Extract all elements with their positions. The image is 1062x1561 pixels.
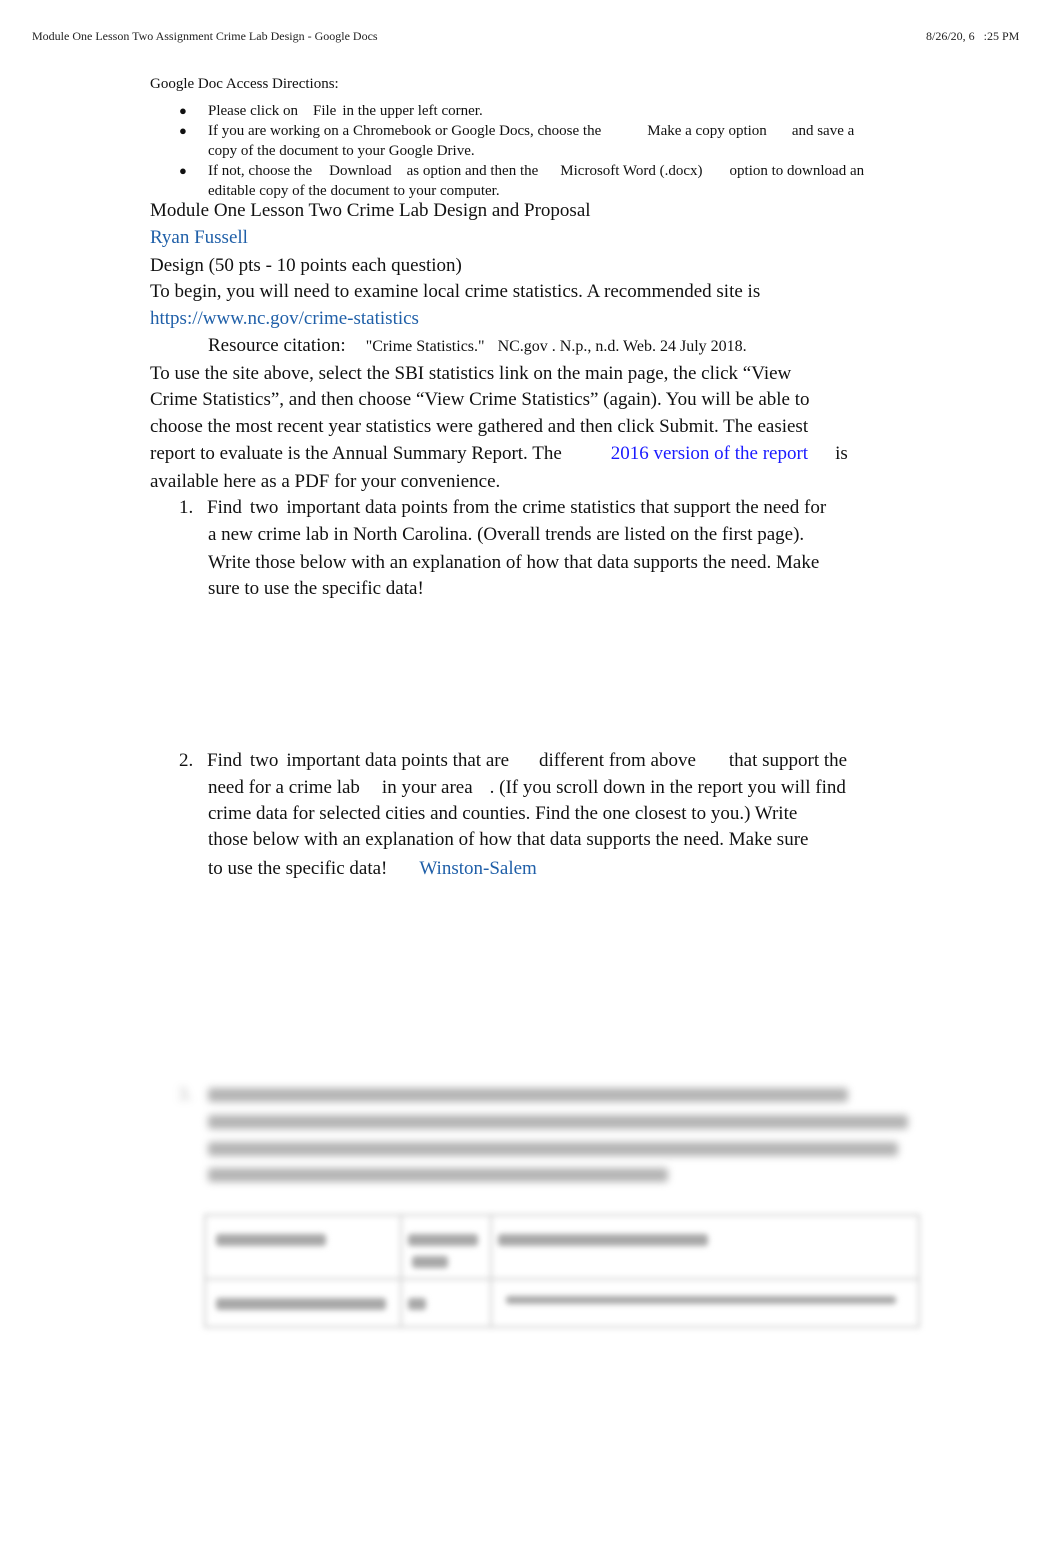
question-1-line-2: a new crime lab in North Carolina. (Over… [208, 524, 805, 545]
bullet-icon: ● [179, 123, 187, 138]
question-1-line-3: Write those below with an explanation of… [208, 552, 820, 573]
question-text: important data points that are [286, 750, 510, 771]
question-2-line-2: need for a crime lab in your area . (If yo… [208, 775, 846, 801]
file-menu-reference: File [312, 103, 337, 119]
emphasis-two: two [249, 750, 279, 771]
direction-item-2: If you are working on a Chromebook or Go… [208, 121, 854, 141]
emphasis-different: different from above [539, 750, 696, 771]
direction-item-2-continued: copy of the document to your Google Driv… [208, 143, 475, 159]
question-2-line-5: to use the specific data! Winston-Salem [208, 856, 537, 882]
report-2016-link[interactable]: 2016 version of the report [611, 443, 808, 464]
instructions-text: report to evaluate is the Annual Summary… [150, 443, 562, 464]
instructions-line-4: report to evaluate is the Annual Summary… [150, 441, 848, 467]
instructions-line-5: available here as a PDF for your conveni… [150, 471, 501, 492]
blurred-header-reason [498, 1234, 708, 1246]
document-title: Module One Lesson Two Crime Lab Design a… [150, 200, 591, 221]
question-number: 3. [178, 1084, 193, 1105]
emphasis-your-area: in your area [381, 777, 473, 798]
direction-item-1: Please click on File in the upper left cor… [208, 101, 483, 121]
question-2-line-4: those below with an explanation of how t… [208, 829, 809, 850]
table-divider [400, 1216, 402, 1326]
print-header-timestamp: 8/26/20, 6 :25 PM [926, 29, 1020, 43]
download-reference: Download [329, 163, 392, 179]
blurred-line [208, 1168, 668, 1182]
instructions-line-1: To use the site above, select the SBI st… [150, 363, 792, 384]
question-2-line-3: crime data for selected cities and count… [208, 803, 798, 824]
question-text: Find [207, 497, 242, 518]
section-heading: Design (50 pts - 10 points each question… [150, 255, 462, 276]
citation-label: Resource citation: [208, 335, 346, 356]
resource-citation: Resource citation: "Crime Statistics." NC.… [208, 333, 747, 360]
blurred-line [208, 1115, 908, 1129]
intro-text: To begin, you will need to examine local… [150, 281, 761, 302]
instructions-text: is [835, 443, 848, 464]
citation-title: "Crime Statistics." [365, 338, 485, 355]
bullet-icon: ● [179, 163, 187, 178]
direction-text: option to download an [729, 163, 865, 179]
citation-source: NC.gov . N.p., n.d. Web. 24 July 2018. [497, 338, 747, 355]
blurred-line [208, 1088, 848, 1102]
direction-text: If you are working on a Chromebook or Go… [208, 123, 602, 139]
make-copy-reference: Make a copy option [647, 123, 767, 139]
blurred-header-department [216, 1234, 326, 1246]
question-number: 1. [179, 497, 194, 518]
docx-reference: Microsoft Word (.docx) [560, 163, 703, 179]
question-1-line-4: sure to use the specific data! [208, 578, 424, 599]
instructions-line-2: Crime Statistics”, and then choose “View… [150, 389, 810, 410]
student-answer-city: Winston-Salem [419, 858, 537, 879]
blurred-cell-department [216, 1298, 386, 1310]
question-text: important data points from the crime sta… [286, 497, 827, 518]
question-text: to use the specific data! [208, 858, 388, 879]
blurred-priority-table [204, 1214, 920, 1328]
question-text: that support the [728, 750, 848, 771]
question-text: . (If you scroll down in the report you … [489, 777, 846, 798]
blurred-line [208, 1142, 898, 1156]
question-2-line-1: Find two important data points that are dif… [207, 748, 847, 774]
table-divider [206, 1278, 918, 1280]
direction-text: in the upper left corner. [342, 103, 483, 119]
emphasis-crime-lab: need for a crime lab [208, 777, 360, 798]
access-directions-heading: Google Doc Access Directions: [150, 76, 339, 92]
blurred-cell-priority [408, 1298, 426, 1310]
blurred-cell-reason [506, 1296, 896, 1304]
blurred-header-priority-sub [412, 1256, 448, 1268]
instructions-line-3: choose the most recent year statistics w… [150, 416, 809, 437]
question-1-line-1: Find two important data points from the cr… [207, 495, 826, 521]
question-number: 2. [179, 750, 194, 771]
direction-text: as option and then the [406, 163, 539, 179]
crime-statistics-link[interactable]: https://www.nc.gov/crime-statistics [150, 306, 419, 332]
bullet-icon: ● [179, 103, 187, 118]
student-name: Ryan Fussell [150, 227, 248, 248]
blurred-header-priority [408, 1234, 478, 1246]
direction-item-3: If not, choose the Download as option and … [208, 161, 864, 181]
emphasis-two: two [249, 497, 279, 518]
direction-text: Please click on [208, 103, 298, 119]
question-text: Find [207, 750, 242, 771]
direction-text: and save a [791, 123, 855, 139]
print-header-title: Module One Lesson Two Assignment Crime L… [32, 29, 378, 43]
direction-text: If not, choose the [208, 163, 313, 179]
table-divider [490, 1216, 492, 1326]
